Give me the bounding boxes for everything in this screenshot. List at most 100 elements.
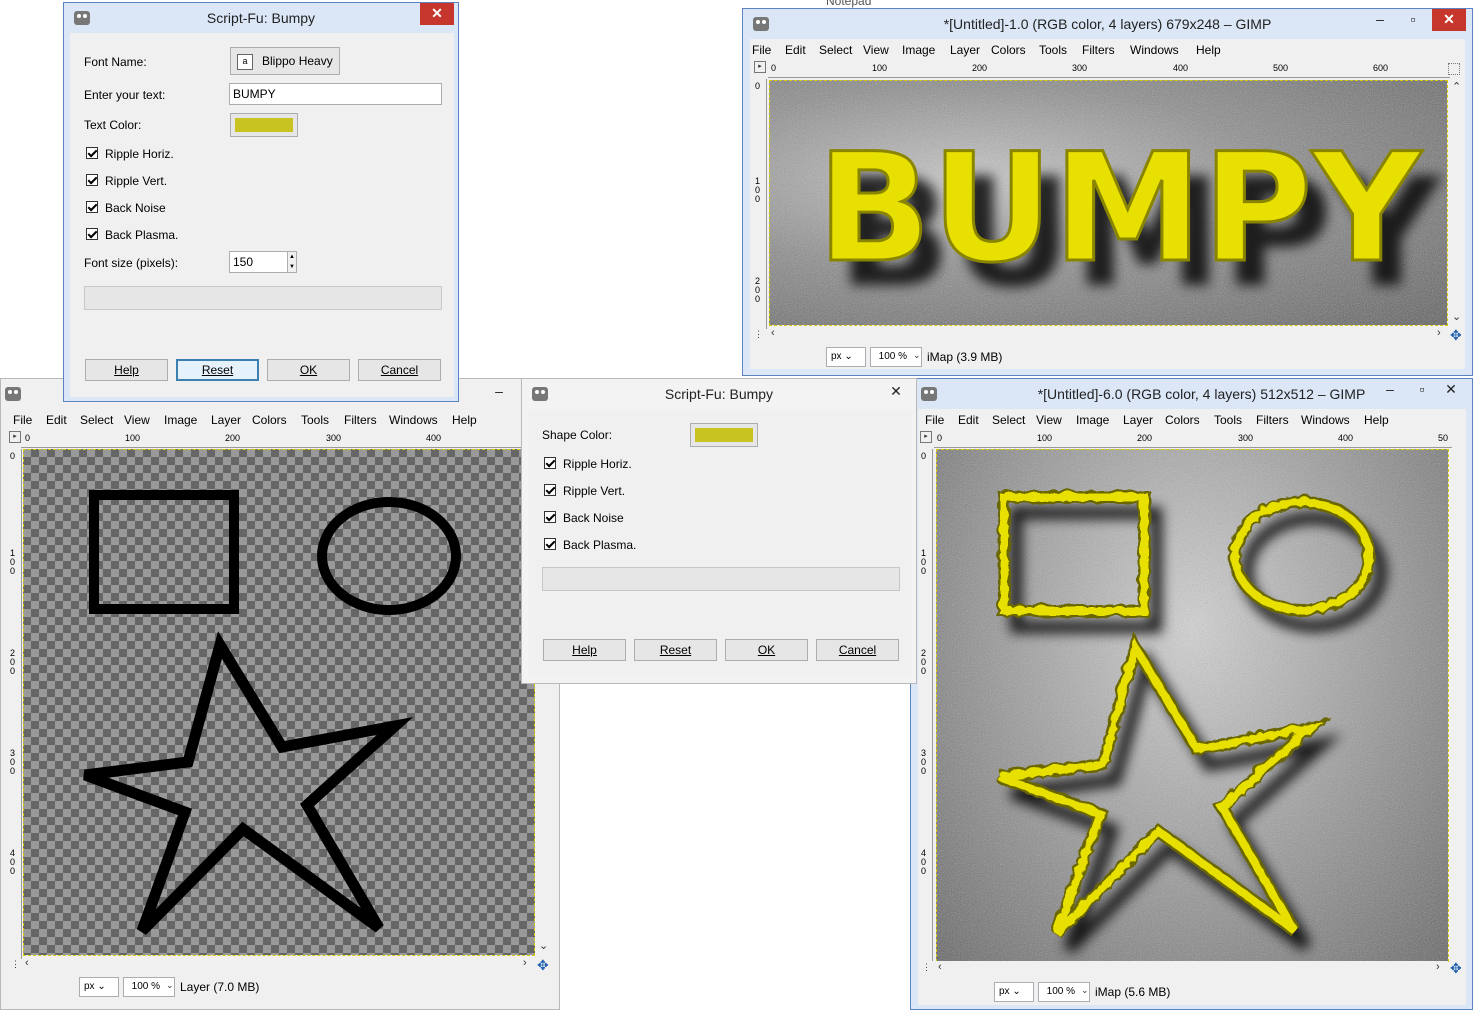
reset-button[interactable]: Reset bbox=[176, 359, 259, 381]
title-bar[interactable]: Script-Fu: Bumpy ✕ bbox=[64, 3, 458, 33]
menu-layer[interactable]: Layer bbox=[211, 413, 241, 427]
menu-file[interactable]: File bbox=[752, 43, 771, 57]
minimize-button[interactable]: – bbox=[1366, 9, 1394, 31]
menu-file[interactable]: File bbox=[925, 413, 944, 427]
menu-windows[interactable]: Windows bbox=[1301, 413, 1350, 427]
vertical-ruler[interactable]: 0 100 200 300 400 bbox=[918, 449, 933, 961]
back-plasma-checkbox[interactable] bbox=[86, 228, 98, 240]
minimize-button[interactable]: – bbox=[1376, 379, 1404, 401]
menu-view[interactable]: View bbox=[863, 43, 889, 57]
ripple-vert-checkbox[interactable] bbox=[544, 484, 556, 496]
close-button[interactable]: ✕ bbox=[420, 3, 454, 25]
menu-tools[interactable]: Tools bbox=[1039, 43, 1067, 57]
menu-filters[interactable]: Filters bbox=[1256, 413, 1289, 427]
help-button[interactable]: Help bbox=[543, 639, 626, 661]
close-button[interactable]: ✕ bbox=[1432, 9, 1466, 31]
font-select-button[interactable]: a Blippo Heavy bbox=[230, 47, 340, 75]
horizontal-scrollbar[interactable]: ‹ › bbox=[769, 327, 1449, 341]
vertical-ruler[interactable]: 0 100 200 300 400 bbox=[7, 449, 22, 959]
ok-button[interactable]: OK bbox=[725, 639, 808, 661]
zoom-dropdown-arrow[interactable]: ⌄ bbox=[913, 350, 921, 361]
back-noise-checkbox[interactable] bbox=[86, 201, 98, 213]
menu-file[interactable]: File bbox=[13, 413, 32, 427]
menu-edit[interactable]: Edit bbox=[785, 43, 806, 57]
font-size-spinner[interactable]: ▲ ▼ bbox=[287, 251, 297, 273]
scroll-right-arrow[interactable]: › bbox=[1436, 961, 1440, 973]
font-size-input[interactable]: 150 bbox=[229, 251, 289, 273]
scroll-left-arrow[interactable]: ‹ bbox=[771, 327, 775, 339]
vertical-scrollbar[interactable]: ⌃ ⌄ bbox=[1450, 80, 1464, 325]
quick-mask-toggle[interactable]: ▸ bbox=[920, 431, 932, 443]
menu-help[interactable]: Help bbox=[1196, 43, 1221, 57]
shape-color-button[interactable] bbox=[690, 423, 758, 447]
ok-button[interactable]: OK bbox=[267, 359, 350, 381]
menu-select[interactable]: Select bbox=[80, 413, 113, 427]
menu-view[interactable]: View bbox=[1036, 413, 1062, 427]
horizontal-scrollbar[interactable]: ‹ › bbox=[23, 957, 535, 971]
menu-tools[interactable]: Tools bbox=[301, 413, 329, 427]
scroll-right-arrow[interactable]: › bbox=[523, 957, 527, 969]
title-bar[interactable]: *[Untitled]-6.0 (RGB color, 4 layers) 51… bbox=[911, 379, 1472, 409]
menu-help[interactable]: Help bbox=[1364, 413, 1389, 427]
menu-help[interactable]: Help bbox=[452, 413, 477, 427]
menu-layer[interactable]: Layer bbox=[1123, 413, 1153, 427]
navigate-icon[interactable]: ✥ bbox=[1450, 327, 1462, 344]
zoom-to-window-toggle[interactable] bbox=[1448, 63, 1460, 75]
title-bar[interactable]: *[Untitled]-1.0 (RGB color, 4 layers) 67… bbox=[743, 9, 1472, 39]
menu-colors[interactable]: Colors bbox=[252, 413, 287, 427]
reset-button[interactable]: Reset bbox=[634, 639, 717, 661]
text-input[interactable]: BUMPY bbox=[229, 83, 442, 105]
menu-filters[interactable]: Filters bbox=[344, 413, 377, 427]
menu-edit[interactable]: Edit bbox=[958, 413, 979, 427]
menu-view[interactable]: View bbox=[124, 413, 150, 427]
menu-button[interactable]: ⋮ bbox=[754, 329, 763, 340]
vertical-ruler[interactable]: 0 100 200 bbox=[752, 79, 767, 329]
title-bar[interactable]: Script-Fu: Bumpy ✕ bbox=[522, 379, 916, 409]
back-plasma-checkbox[interactable] bbox=[544, 538, 556, 550]
ripple-horiz-checkbox[interactable] bbox=[86, 147, 98, 159]
menu-windows[interactable]: Windows bbox=[1130, 43, 1179, 57]
close-button[interactable]: ✕ bbox=[882, 381, 910, 403]
menu-filters[interactable]: Filters bbox=[1082, 43, 1115, 57]
menu-colors[interactable]: Colors bbox=[991, 43, 1026, 57]
menu-windows[interactable]: Windows bbox=[389, 413, 438, 427]
vertical-scrollbar[interactable] bbox=[1450, 449, 1464, 961]
help-button[interactable]: Help bbox=[85, 359, 168, 381]
horizontal-ruler[interactable]: 0 100 200 300 400 bbox=[21, 433, 541, 448]
ripple-vert-checkbox[interactable] bbox=[86, 174, 98, 186]
cancel-button[interactable]: Cancel bbox=[816, 639, 899, 661]
back-noise-checkbox[interactable] bbox=[544, 511, 556, 523]
menu-select[interactable]: Select bbox=[992, 413, 1025, 427]
unit-select[interactable]: px ⌄ bbox=[994, 982, 1034, 1002]
ripple-horiz-checkbox[interactable] bbox=[544, 457, 556, 469]
zoom-dropdown-arrow[interactable]: ⌄ bbox=[166, 980, 174, 991]
scroll-right-arrow[interactable]: › bbox=[1437, 327, 1441, 339]
horizontal-ruler[interactable]: 0 100 200 300 400 50 bbox=[934, 433, 1452, 448]
zoom-dropdown-arrow[interactable]: ⌄ bbox=[1081, 985, 1089, 996]
scroll-down-arrow[interactable]: ⌄ bbox=[539, 939, 548, 952]
menu-layer[interactable]: Layer bbox=[950, 43, 980, 57]
menu-image[interactable]: Image bbox=[1076, 413, 1109, 427]
unit-select[interactable]: px ⌄ bbox=[826, 347, 866, 367]
menu-button[interactable]: ⋮ bbox=[11, 959, 20, 970]
menu-colors[interactable]: Colors bbox=[1165, 413, 1200, 427]
maximize-button[interactable]: ▫ bbox=[1408, 379, 1436, 401]
navigate-icon[interactable]: ✥ bbox=[1450, 960, 1462, 977]
menu-select[interactable]: Select bbox=[819, 43, 852, 57]
unit-select[interactable]: px ⌄ bbox=[79, 977, 119, 997]
scroll-up-arrow[interactable]: ⌃ bbox=[1452, 80, 1461, 93]
scroll-down-arrow[interactable]: ⌄ bbox=[1452, 310, 1461, 323]
menu-image[interactable]: Image bbox=[164, 413, 197, 427]
horizontal-ruler[interactable]: 0 100 200 300 400 500 600 bbox=[768, 63, 1450, 78]
menu-image[interactable]: Image bbox=[902, 43, 935, 57]
close-button[interactable]: ✕ bbox=[1437, 379, 1465, 401]
minimize-button[interactable]: – bbox=[485, 381, 513, 403]
navigate-icon[interactable]: ✥ bbox=[537, 957, 549, 974]
scroll-left-arrow[interactable]: ‹ bbox=[938, 961, 942, 973]
scroll-left-arrow[interactable]: ‹ bbox=[25, 957, 29, 969]
maximize-button[interactable]: ▫ bbox=[1399, 9, 1427, 31]
menu-edit[interactable]: Edit bbox=[46, 413, 67, 427]
cancel-button[interactable]: Cancel bbox=[358, 359, 441, 381]
quick-mask-toggle[interactable]: ▸ bbox=[9, 431, 21, 443]
quick-mask-toggle[interactable]: ▸ bbox=[754, 61, 766, 73]
